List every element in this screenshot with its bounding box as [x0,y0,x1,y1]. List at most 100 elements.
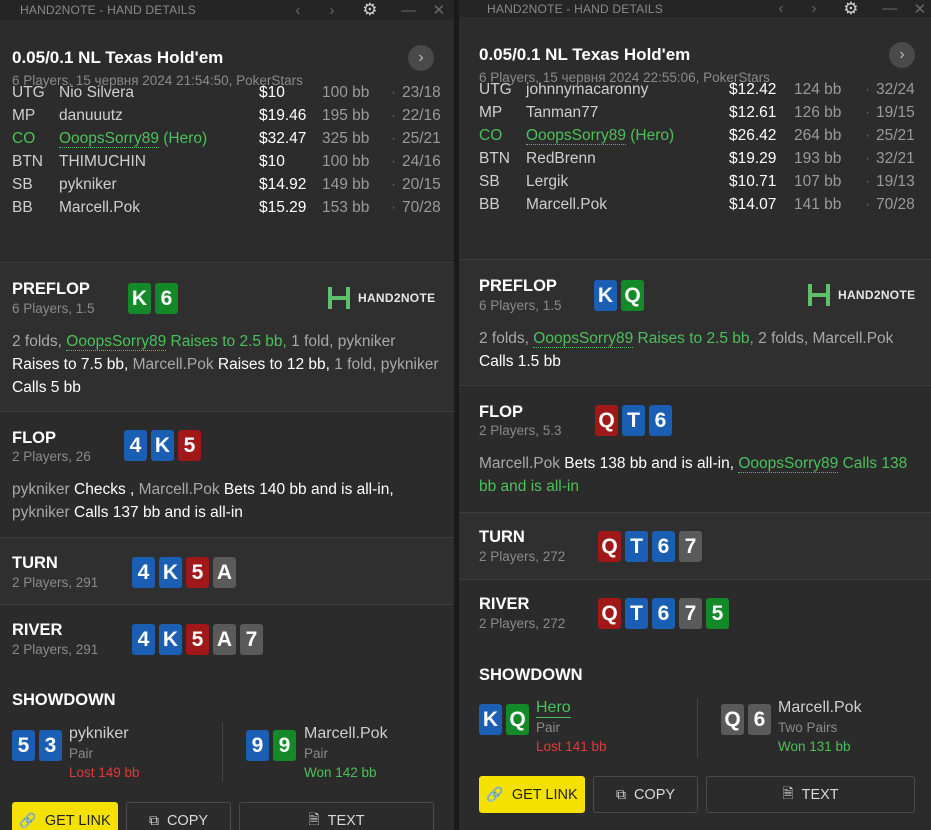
street-sub: 2 Players, 26 [12,449,91,464]
showdown-section: SHOWDOWN 53 pykniker Pair Lost 149 bb 99… [0,670,454,830]
player-row[interactable]: SB pykniker $14.92 149 bb · 20/15 [12,176,446,198]
player-name[interactable]: Marcell.Pok [526,196,607,214]
player-row[interactable]: CO OoopsSorry89 (Hero) $26.42 264 bb · 25/21 [479,127,923,149]
player-row[interactable]: BTN RedBrenn $19.29 193 bb · 32/21 [479,150,923,172]
showdown-result: Lost 141 bb [536,739,607,754]
player-name[interactable]: RedBrenn [526,150,596,168]
playing-card: Q [721,704,744,735]
player-name[interactable]: OoopsSorry89 (Hero) [59,130,207,148]
playing-card: Q [506,704,529,735]
player-stats: 19/13 [876,173,915,190]
player-row[interactable]: CO OoopsSorry89 (Hero) $32.47 325 bb · 25/21 [12,130,446,152]
hero-name[interactable]: OoopsSorry89 [59,130,159,148]
text-button[interactable]: 🗎 TEXT [239,802,434,830]
player-name[interactable]: johnnymacaronny [526,81,648,99]
player-row[interactable]: UTG johnnymacaronny $12.42 124 bb · 32/24 [479,81,923,103]
logo-text: HAND2NOTE [838,288,916,302]
separator: · [865,104,871,121]
next-hand-button[interactable]: › [408,45,434,71]
action-segment: Checks , [69,481,139,498]
player-stack: $14.92 [259,176,307,193]
action-segment: 2 folds, Marcell.Pok [758,330,894,347]
playing-card: Q [598,598,621,629]
chevron-right-icon[interactable]: › [320,0,344,20]
gear-icon[interactable]: ⚙ [839,0,863,18]
street-name: RIVER [12,621,63,639]
player-name[interactable]: Marcell.Pok [59,199,140,217]
minimize-icon[interactable]: — [878,0,902,17]
showdown-player-name[interactable]: Marcell.Pok [778,699,862,717]
player-row[interactable]: UTG Nio Silvera $10 100 bb · 23/18 [12,84,446,106]
minimize-icon[interactable]: — [397,0,421,20]
player-row[interactable]: BB Marcell.Pok $14.07 141 bb · 70/28 [479,196,923,218]
chevron-left-icon[interactable]: ‹ [769,0,793,17]
street-name: FLOP [479,403,523,421]
hero-name-link[interactable]: OoopsSorry89 [533,330,634,348]
action-segment: pykniker [12,504,70,521]
chevron-right-icon[interactable]: › [802,0,826,17]
separator: · [865,150,871,167]
hand-header: 0.05/0.1 NL Texas Hold'em 6 Players, 15 … [0,20,454,262]
action-segment: Marcell.Pok [479,455,560,472]
showdown-cards: 53 [12,730,62,761]
chevron-left-icon[interactable]: ‹ [286,0,310,20]
copy-button[interactable]: ⧉ COPY [126,802,231,830]
copy-button[interactable]: ⧉ COPY [593,776,698,813]
action-segment[interactable]: OoopsSorry89 [533,330,634,348]
player-position: MP [12,107,36,124]
playing-card: 9 [246,730,269,761]
playing-card: 7 [240,624,263,655]
playing-card: 6 [652,598,675,629]
text-button[interactable]: 🗎 TEXT [706,776,915,813]
player-name[interactable]: danuuutz [59,107,123,125]
action-segment[interactable]: OoopsSorry89 [66,333,167,351]
action-segment: pykniker [376,356,439,373]
button-label: TEXT [327,812,365,829]
player-stack: $32.47 [259,130,307,147]
get-link-button[interactable]: 🔗 GET LINK [12,802,118,830]
hero-name-link[interactable]: OoopsSorry89 [66,333,167,351]
player-row[interactable]: MP danuuutz $19.46 195 bb · 22/16 [12,107,446,129]
player-stack: $12.42 [729,81,777,98]
player-position: BB [479,196,500,213]
gear-icon[interactable]: ⚙ [358,0,382,20]
separator: · [391,130,397,147]
street-sub: 2 Players, 291 [12,575,99,590]
action-segment: Bets 140 bb and is all-in, [219,481,394,498]
next-hand-button[interactable]: › [889,42,915,68]
separator: · [391,176,397,193]
playing-card: K [159,624,182,655]
player-row[interactable]: MP Tanman77 $12.61 126 bb · 19/15 [479,104,923,126]
playing-card: K [159,557,182,588]
playing-card: 6 [652,531,675,562]
player-row[interactable]: BTN THIMUCHIN $10 100 bb · 24/16 [12,153,446,175]
get-link-button[interactable]: 🔗 GET LINK [479,776,585,813]
player-name[interactable]: Lergik [526,173,568,191]
showdown-player-name[interactable]: Hero [536,699,571,718]
showdown-title: SHOWDOWN [479,666,583,684]
showdown-title: SHOWDOWN [12,691,116,709]
button-label: COPY [166,812,209,829]
player-name[interactable]: OoopsSorry89 (Hero) [526,127,674,145]
player-name[interactable]: Tanman77 [526,104,598,122]
player-row[interactable]: BB Marcell.Pok $15.29 153 bb · 70/28 [12,199,446,221]
app-title: HAND2NOTE - HAND DETAILS [487,1,663,16]
close-icon[interactable]: ✕ [908,0,931,18]
title-bar[interactable]: HAND2NOTE - HAND DETAILS ‹ › ⚙ — ✕ [459,0,931,18]
hand-header: 0.05/0.1 NL Texas Hold'em 6 Players, 15 … [459,17,931,259]
hero-name-link[interactable]: OoopsSorry89 [738,455,839,473]
showdown-player-name[interactable]: Marcell.Pok [304,725,388,743]
hero-name[interactable]: OoopsSorry89 [526,127,626,145]
river-section: RIVER 2 Players, 272 QT675 [459,579,931,646]
close-icon[interactable]: ✕ [427,0,451,20]
action-segment[interactable]: OoopsSorry89 [738,455,839,473]
playing-card: Q [621,280,644,311]
action-segment: 2 folds, [479,330,534,347]
showdown-player-name[interactable]: pykniker [69,725,129,743]
player-stack-bb: 153 bb [322,199,370,216]
player-name[interactable]: THIMUCHIN [59,153,146,171]
player-row[interactable]: SB Lergik $10.71 107 bb · 19/13 [479,173,923,195]
player-name[interactable]: Nio Silvera [59,84,134,102]
title-bar[interactable]: HAND2NOTE - HAND DETAILS ‹ › ⚙ — ✕ [0,0,454,20]
player-name[interactable]: pykniker [59,176,117,194]
